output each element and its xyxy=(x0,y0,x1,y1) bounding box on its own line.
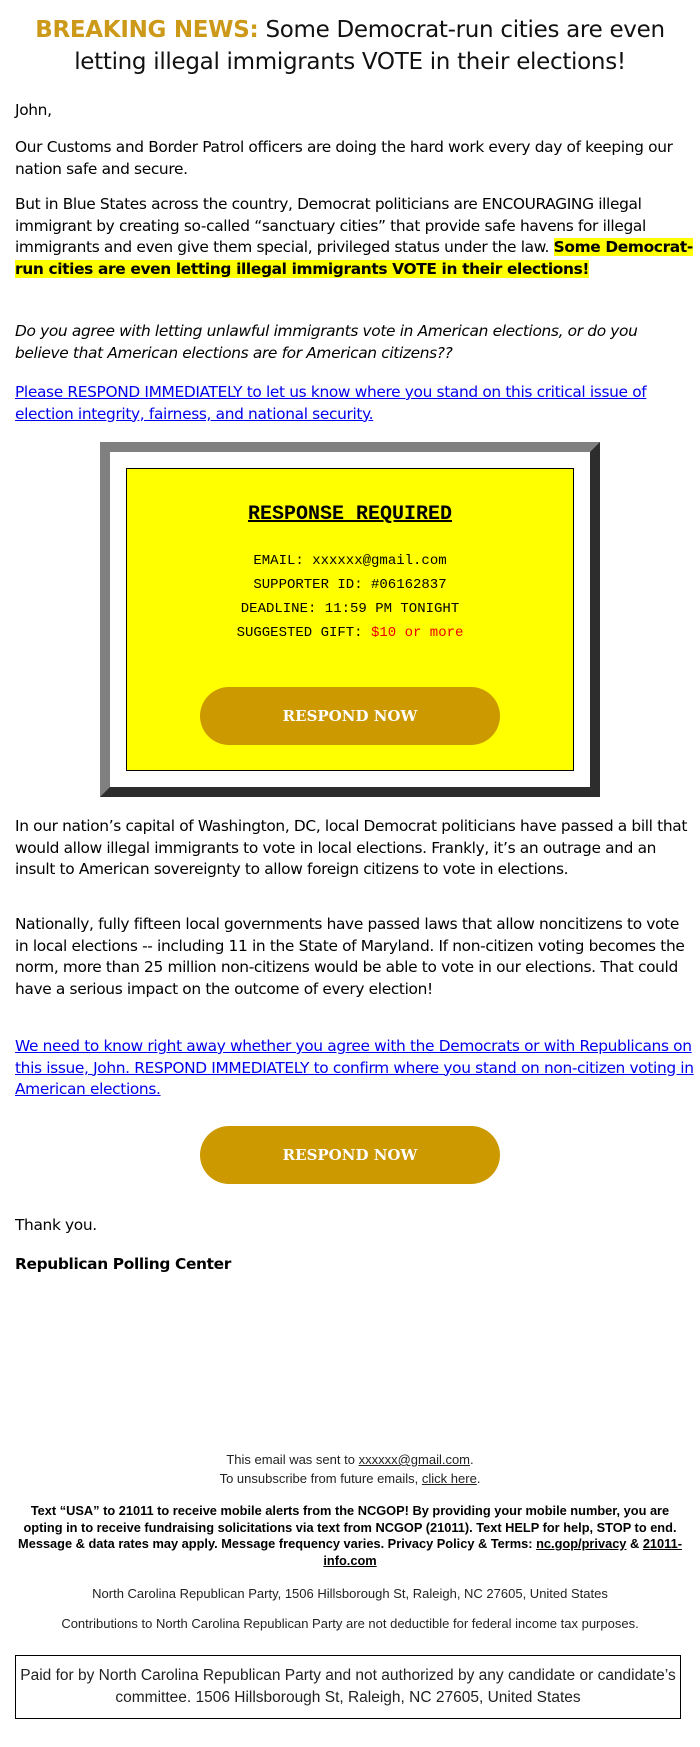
unsubscribe-link[interactable]: click here xyxy=(422,1471,477,1486)
supporter-id-value: #06162837 xyxy=(371,577,447,593)
deadline-label: DEADLINE: xyxy=(240,601,317,617)
privacy-link[interactable]: nc.gop/privacy xyxy=(536,1536,626,1551)
sent-to-line: This email was sent to xxxxxx@gmail.com. xyxy=(226,1452,474,1467)
suggested-gift-line: SUGGESTED GIFT: $10 or more xyxy=(127,621,573,645)
deadline-value: 11:59 PM TONIGHT xyxy=(324,601,460,617)
headline: BREAKING NEWS: Some Democrat-run cities … xyxy=(0,14,700,78)
sent-to-email-link[interactable]: xxxxxx@gmail.com xyxy=(359,1452,470,1467)
signature: Republican Polling Center xyxy=(15,1255,231,1273)
unsubscribe-line: To unsubscribe from future emails, click… xyxy=(219,1471,481,1486)
paid-for-disclaimer: Paid for by North Carolina Republican Pa… xyxy=(15,1655,681,1719)
unsubscribe-prefix: To unsubscribe from future emails, xyxy=(219,1471,419,1486)
paragraph-washington: In our nation’s capital of Washington, D… xyxy=(15,817,688,878)
respond-immediately-link[interactable]: Please RESPOND IMMEDIATELY to let us kno… xyxy=(15,383,647,423)
suggested-gift-label: SUGGESTED GIFT: xyxy=(236,625,363,641)
confirm-link-paragraph: We need to know right away whether you a… xyxy=(15,1036,695,1101)
respond-link-paragraph: Please RESPOND IMMEDIATELY to let us kno… xyxy=(15,382,695,425)
response-required-title: RESPONSE REQUIRED xyxy=(247,503,453,526)
confirm-stand-link[interactable]: We need to know right away whether you a… xyxy=(15,1037,694,1098)
paragraph-customs: Our Customs and Border Patrol officers a… xyxy=(15,138,673,178)
respond-now-button[interactable]: RESPOND NOW xyxy=(200,1126,500,1184)
thank-you: Thank you. xyxy=(15,1216,97,1234)
sent-to-prefix: This email was sent to xyxy=(226,1452,355,1467)
deadline-line: DEADLINE: 11:59 PM TONIGHT xyxy=(127,597,573,621)
supporter-id-label: SUPPORTER ID: xyxy=(253,577,363,593)
paragraph-sanctuary-text: But in Blue States across the country, D… xyxy=(15,195,646,256)
headline-prefix: BREAKING NEWS: xyxy=(35,17,259,43)
question-paragraph: Do you agree with letting unlawful immig… xyxy=(15,322,638,362)
amp: & xyxy=(630,1536,640,1551)
paragraph-nationally: Nationally, fully fifteen local governme… xyxy=(15,915,685,998)
response-required-box: RESPONSE REQUIRED EMAIL: xxxxxx@gmail.co… xyxy=(100,442,600,797)
address-line: North Carolina Republican Party, 1506 Hi… xyxy=(92,1586,608,1601)
email-line: EMAIL: xxxxxx@gmail.com xyxy=(127,549,573,573)
tax-note: Contributions to North Carolina Republic… xyxy=(61,1616,639,1631)
email-value: xxxxxx@gmail.com xyxy=(312,553,447,569)
suggested-gift-value: $10 or more xyxy=(371,625,464,641)
response-details: EMAIL: xxxxxx@gmail.com SUPPORTER ID: #0… xyxy=(127,549,573,645)
respond-now-button-box[interactable]: RESPOND NOW xyxy=(200,687,500,745)
supporter-id-line: SUPPORTER ID: #06162837 xyxy=(127,573,573,597)
sms-disclaimer: Text “USA” to 21011 to receive mobile al… xyxy=(0,1503,700,1569)
email-label: EMAIL: xyxy=(253,553,304,569)
greeting: John, xyxy=(15,101,52,119)
paragraph-sanctuary: But in Blue States across the country, D… xyxy=(15,194,695,280)
response-required-panel: RESPONSE REQUIRED EMAIL: xxxxxx@gmail.co… xyxy=(126,468,574,771)
